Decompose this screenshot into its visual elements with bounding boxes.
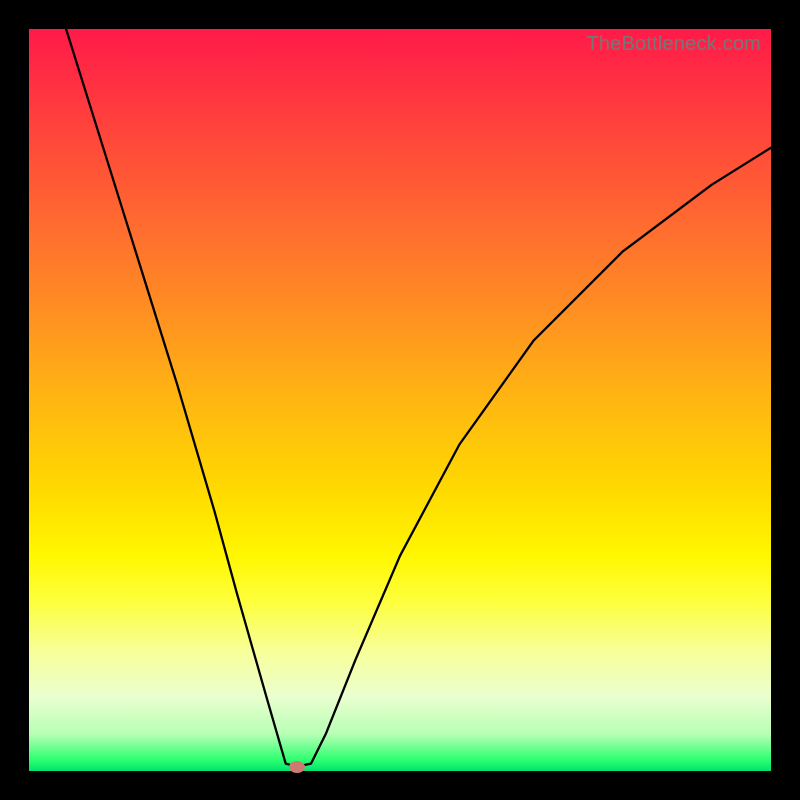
curve-path xyxy=(66,29,771,767)
plot-area: TheBottleneck.com xyxy=(29,29,771,771)
watermark-text: TheBottleneck.com xyxy=(586,33,761,56)
bottleneck-curve xyxy=(29,29,771,771)
chart-frame: TheBottleneck.com xyxy=(0,0,800,800)
optimal-point-marker xyxy=(289,761,305,773)
